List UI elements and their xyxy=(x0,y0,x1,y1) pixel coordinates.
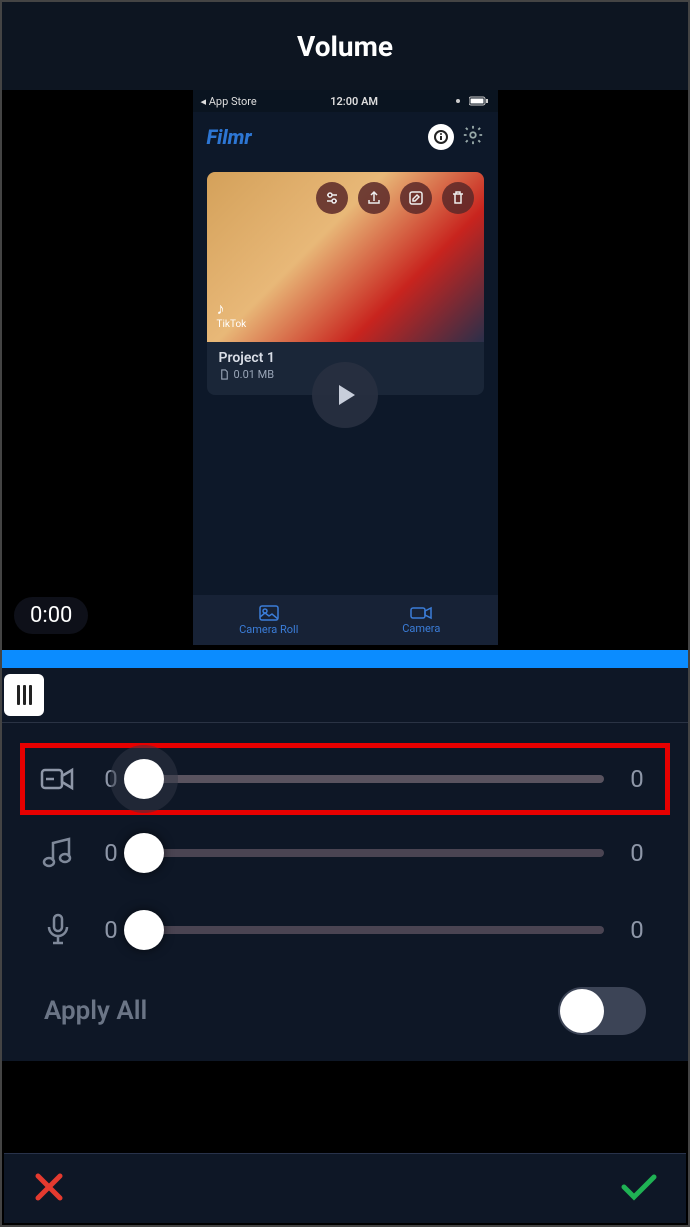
slider-thumb[interactable] xyxy=(124,759,164,799)
tab-camera[interactable]: Camera xyxy=(345,595,498,645)
apply-all-row: Apply All xyxy=(2,969,688,1061)
share-icon[interactable] xyxy=(358,182,390,214)
video-icon xyxy=(38,765,78,793)
tab-camera-roll[interactable]: Camera Roll xyxy=(193,595,346,645)
music-volume-row: 0 0 xyxy=(2,815,688,891)
video-volume-left-value: 0 xyxy=(96,765,126,793)
info-icon[interactable] xyxy=(428,124,454,150)
statusbar-right xyxy=(451,96,489,106)
gear-icon[interactable] xyxy=(462,124,484,150)
music-volume-right-value: 0 xyxy=(622,839,652,867)
mic-volume-right-value: 0 xyxy=(622,916,652,944)
music-icon xyxy=(38,837,78,869)
project-thumbnail: ♪ TikTok xyxy=(207,172,484,342)
mic-volume-row: 0 0 xyxy=(2,891,688,969)
music-volume-left-value: 0 xyxy=(96,839,126,867)
video-preview-area: ◂ App Store 12:00 AM Filmr xyxy=(2,90,688,650)
slider-thumb[interactable] xyxy=(124,833,164,873)
video-volume-slider[interactable] xyxy=(144,775,604,783)
page-title: Volume xyxy=(297,30,393,63)
tiktok-watermark: ♪ TikTok xyxy=(217,299,247,330)
video-volume-row: 0 0 xyxy=(2,743,688,815)
mic-icon xyxy=(38,913,78,947)
timeline-progress-strip[interactable] xyxy=(2,650,688,668)
footer-actions xyxy=(4,1153,686,1223)
statusbar-time: 12:00 AM xyxy=(330,95,378,108)
apply-all-label: Apply All xyxy=(44,996,147,1026)
timeline-handle[interactable] xyxy=(4,674,44,716)
statusbar-back: ◂ App Store xyxy=(201,95,257,108)
adjust-icon[interactable] xyxy=(316,182,348,214)
toggle-knob xyxy=(560,989,604,1033)
app-logo: Filmr xyxy=(207,125,252,149)
page-header: Volume xyxy=(2,2,688,90)
play-button[interactable] xyxy=(312,362,378,428)
bottom-tabs: Camera Roll Camera xyxy=(193,595,498,645)
confirm-button[interactable] xyxy=(620,1172,658,1206)
volume-controls: 0 0 0 0 0 0 Apply All xyxy=(2,723,688,1061)
status-bar: ◂ App Store 12:00 AM xyxy=(193,90,498,112)
edit-icon[interactable] xyxy=(400,182,432,214)
video-volume-right-value: 0 xyxy=(622,765,652,793)
app-header: Filmr xyxy=(193,112,498,162)
trash-icon[interactable] xyxy=(442,182,474,214)
cancel-button[interactable] xyxy=(32,1170,66,1208)
playhead-time: 0:00 xyxy=(14,597,88,634)
mic-volume-slider[interactable] xyxy=(144,926,604,934)
embedded-app-preview: ◂ App Store 12:00 AM Filmr xyxy=(193,90,498,645)
timeline[interactable] xyxy=(2,668,688,723)
slider-thumb[interactable] xyxy=(124,910,164,950)
apply-all-toggle[interactable] xyxy=(558,987,646,1035)
music-volume-slider[interactable] xyxy=(144,849,604,857)
mic-volume-left-value: 0 xyxy=(96,916,126,944)
